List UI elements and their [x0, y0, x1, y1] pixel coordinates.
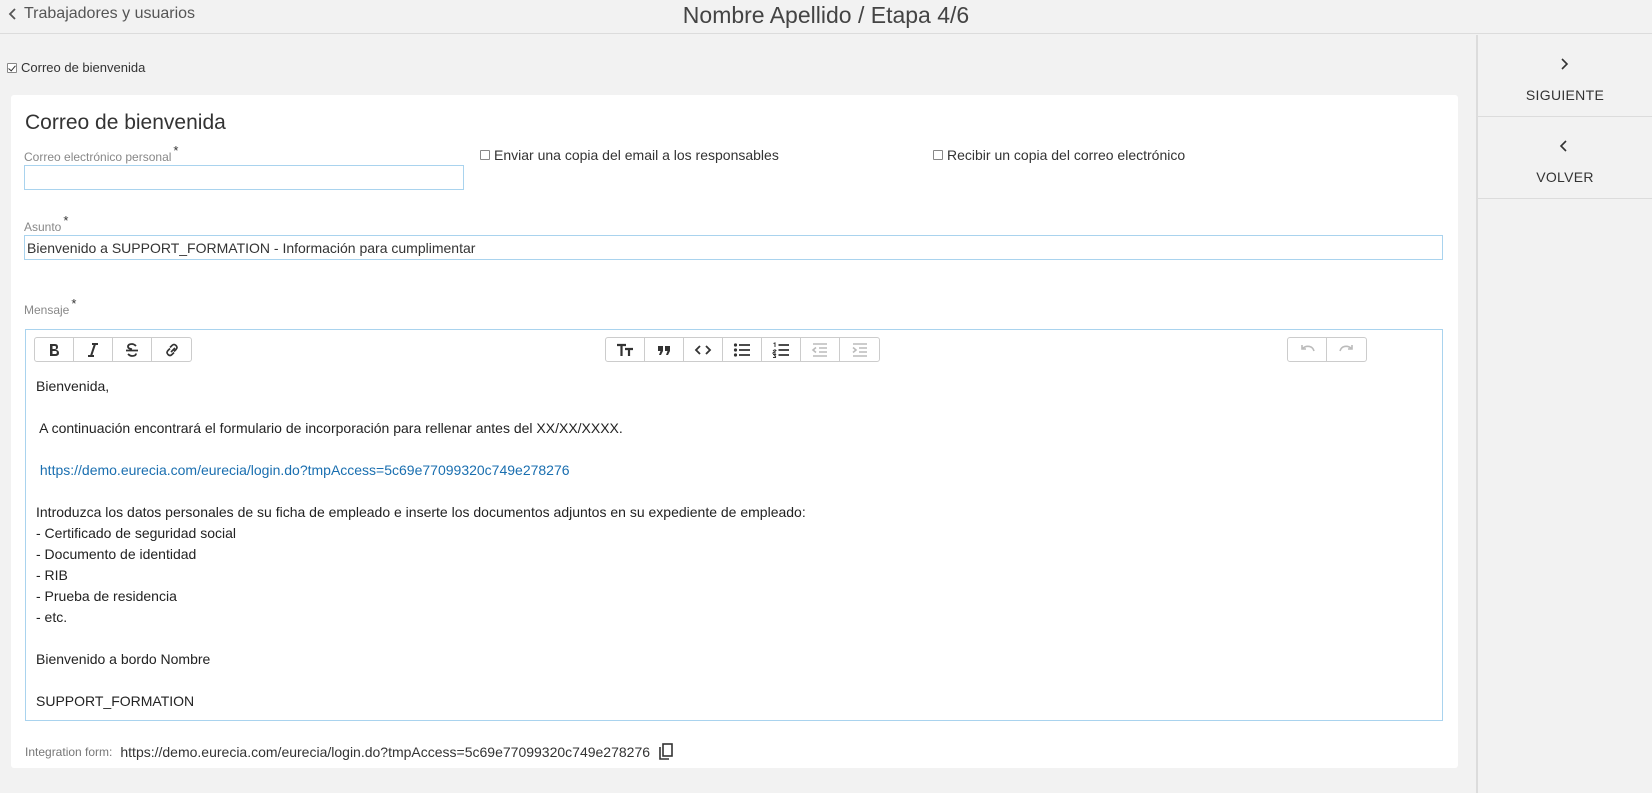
back-button-label: VOLVER [1536, 169, 1594, 185]
text-size-icon [617, 343, 633, 356]
format-toolbar-group [34, 337, 192, 362]
message-bullet: - etc. [36, 609, 68, 625]
message-line: Introduzca los datos personales de su fi… [36, 504, 806, 520]
welcome-email-toggle[interactable]: Correo de bienvenida [7, 60, 145, 75]
message-line: Bienvenida, [36, 378, 110, 394]
message-line: A continuación encontrará el formulario … [36, 420, 623, 436]
indent-button[interactable] [840, 338, 879, 361]
chevron-left-icon [1559, 140, 1567, 152]
outdent-button[interactable] [801, 338, 840, 361]
email-label-text: Correo electrónico personal [24, 150, 172, 164]
integration-form-label: Integration form: [25, 745, 113, 759]
subject-field-label: Asunto * [24, 213, 68, 234]
bold-button[interactable] [35, 338, 74, 361]
italic-button[interactable] [74, 338, 113, 361]
main-content: Correo de bienvenida Correo de bienvenid… [0, 35, 1474, 793]
card-title: Correo de bienvenida [25, 111, 226, 134]
integration-form-url: https://demo.eurecia.com/eurecia/login.d… [120, 744, 651, 760]
message-field-label: Mensaje * [24, 296, 76, 317]
message-link-line: https://demo.eurecia.com/eurecia/login.d… [36, 460, 1432, 481]
chevron-right-icon [1561, 58, 1569, 70]
side-panel: SIGUIENTE VOLVER [1476, 35, 1652, 793]
receive-copy-checkbox[interactable] [933, 150, 943, 160]
message-line: SUPPORT_FORMATION [36, 693, 195, 709]
back-button[interactable]: VOLVER [1478, 117, 1652, 199]
bullet-list-icon [733, 342, 750, 357]
integration-form-row: Integration form: https://demo.eurecia.c… [25, 743, 674, 761]
blockquote-button[interactable] [645, 338, 684, 361]
message-label-text: Mensaje [24, 303, 70, 317]
email-field-label: Correo electrónico personal * [24, 143, 178, 164]
message-body[interactable]: Bienvenida, A continuación encontrará el… [36, 376, 1432, 712]
message-bullet: - Prueba de residencia [36, 588, 177, 604]
next-button-label: SIGUIENTE [1525, 87, 1605, 103]
redo-button[interactable] [1327, 338, 1366, 361]
redo-icon [1338, 344, 1353, 351]
top-bar: Trabajadores y usuarios Nombre Apellido … [0, 0, 1652, 34]
strikethrough-icon [126, 342, 138, 357]
code-icon [694, 344, 712, 355]
welcome-email-card: Correo de bienvenida Correo electrónico … [11, 95, 1458, 768]
outdent-icon [811, 342, 827, 357]
message-editor[interactable]: Bienvenida, A continuación encontrará el… [25, 329, 1443, 721]
bold-icon [50, 343, 59, 356]
page-title: Nombre Apellido / Etapa 4/6 [682, 2, 970, 28]
welcome-email-checkbox[interactable] [7, 62, 17, 73]
bullet-list-button[interactable] [723, 338, 762, 361]
link-button[interactable] [152, 338, 191, 361]
block-toolbar-group [605, 337, 880, 362]
required-marker: * [71, 296, 77, 311]
copy-to-managers-option[interactable]: Enviar una copia del email a los respons… [480, 147, 779, 163]
strikethrough-button[interactable] [113, 338, 152, 361]
copy-to-managers-checkbox[interactable] [480, 150, 490, 160]
subject-input[interactable]: Bienvenido a SUPPORT_FORMATION - Informa… [24, 235, 1443, 260]
subject-label-text: Asunto [24, 220, 62, 234]
numbered-list-icon [772, 341, 789, 358]
receive-copy-option[interactable]: Recibir un copia del correo electrónico [933, 147, 1185, 163]
next-button[interactable]: SIGUIENTE [1478, 35, 1652, 117]
copy-to-managers-label: Enviar una copia del email a los respons… [494, 147, 779, 163]
message-line: Bienvenido a bordo Nombre [36, 651, 211, 667]
welcome-email-toggle-label: Correo de bienvenida [21, 60, 146, 75]
numbered-list-button[interactable] [762, 338, 801, 361]
quote-icon [658, 345, 670, 355]
required-marker: * [63, 213, 69, 228]
undo-icon [1301, 344, 1315, 351]
undo-button[interactable] [1288, 338, 1327, 361]
message-bullet: - RIB [36, 567, 68, 583]
heading-button[interactable] [606, 338, 645, 361]
code-button[interactable] [684, 338, 723, 361]
integration-link[interactable]: https://demo.eurecia.com/eurecia/login.d… [40, 462, 570, 478]
receive-copy-label: Recibir un copia del correo electrónico [947, 147, 1186, 163]
link-icon [165, 343, 178, 356]
message-bullet: - Documento de identidad [36, 546, 197, 562]
personal-email-input[interactable] [24, 165, 464, 190]
message-bullet: - Certificado de seguridad social [36, 525, 236, 541]
italic-icon [88, 342, 98, 357]
copy-icon[interactable] [658, 743, 674, 761]
indent-icon [851, 342, 867, 357]
history-toolbar-group [1287, 337, 1367, 362]
required-marker: * [173, 143, 179, 158]
